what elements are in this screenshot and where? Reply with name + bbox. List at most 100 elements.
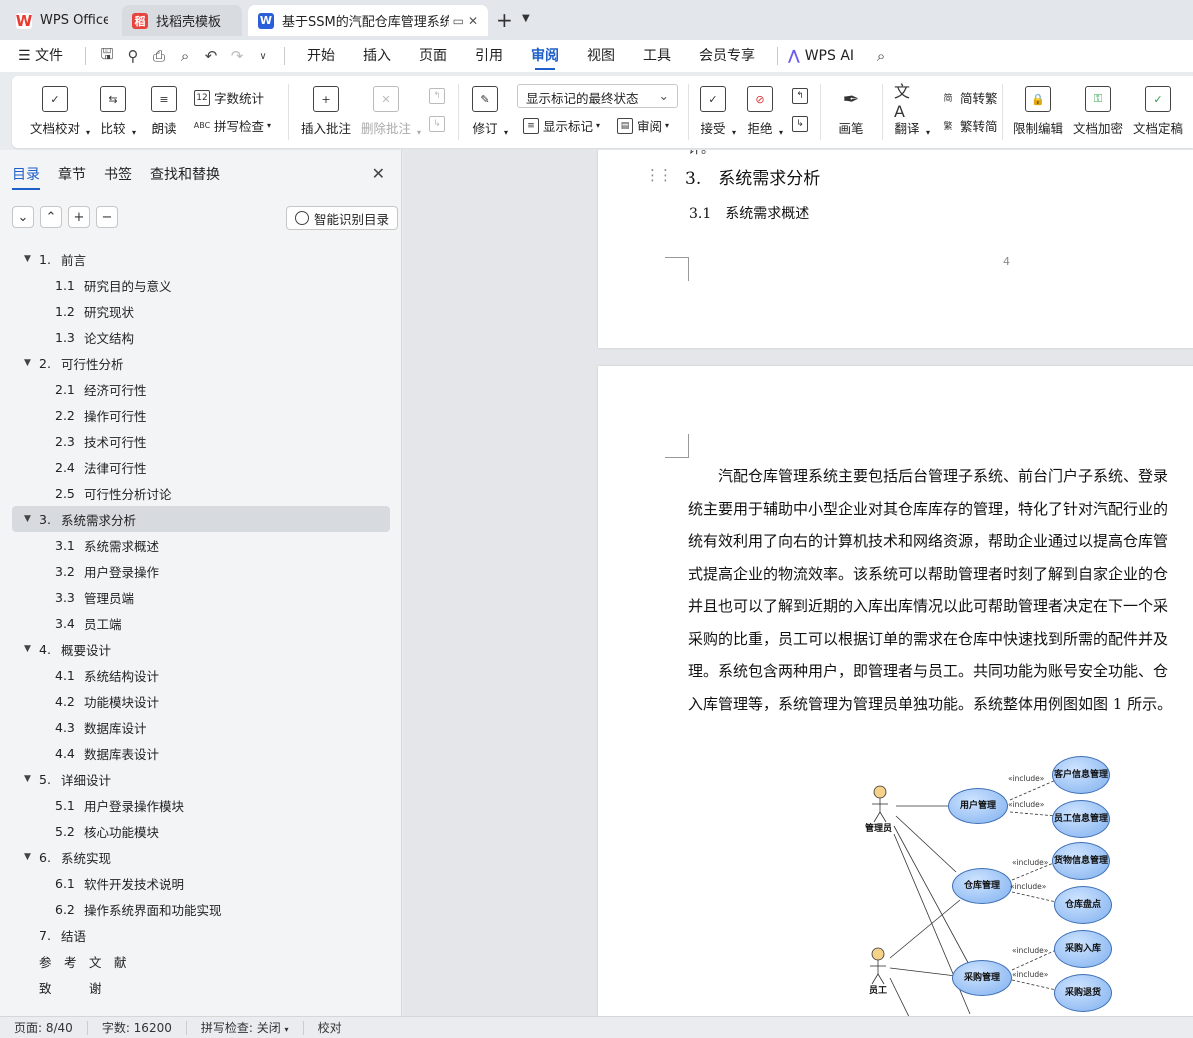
toc-item[interactable]: ▼ 3. 系统需求分析 xyxy=(12,506,390,532)
redo-icon[interactable]: ↷ xyxy=(224,40,250,72)
page-indicator[interactable]: 页面: 8/40 xyxy=(0,1020,88,1035)
expand-arrow-icon[interactable]: ▼ xyxy=(24,852,31,862)
toc-item[interactable]: 2.5 可行性分析讨论 xyxy=(12,480,390,506)
delete-comment-button[interactable]: ✕ 删除批注 ▾ xyxy=(361,86,421,137)
spell-check-button[interactable]: ABC 拼写检查 ▾ xyxy=(194,116,271,135)
review-pane-button[interactable]: ▤ 审阅 ▾ xyxy=(617,116,669,135)
read-aloud-button[interactable]: ≡ 朗读 xyxy=(151,86,177,137)
tab-screen-icon[interactable]: ▭ xyxy=(449,14,464,28)
nav-tab-toc[interactable]: 目录 xyxy=(12,164,40,190)
compare-button[interactable]: ⇆ 比较 ▾ xyxy=(100,86,136,137)
insert-comment-button[interactable]: + 插入批注 xyxy=(301,86,351,137)
menu-insert[interactable]: 插入 xyxy=(349,40,405,72)
markup-state-select[interactable]: 显示标记的最终状态 ⌄ xyxy=(517,84,678,108)
menu-tools[interactable]: 工具 xyxy=(629,40,685,72)
drag-handle-icon[interactable]: ⋮⋮ xyxy=(645,166,673,184)
expand-arrow-icon[interactable]: ▼ xyxy=(24,774,31,784)
toc-item[interactable]: 5.2 核心功能模块 xyxy=(12,818,390,844)
new-tab-plus-icon[interactable]: + xyxy=(496,8,513,32)
more-chevron-icon[interactable]: ∨ xyxy=(250,40,276,72)
menu-start[interactable]: 开始 xyxy=(293,40,349,72)
menu-view[interactable]: 视图 xyxy=(573,40,629,72)
toc-item[interactable]: 6.2 操作系统界面和功能实现 xyxy=(12,896,390,922)
to-simplified-button[interactable]: 繁繁转简 xyxy=(940,116,997,135)
track-changes-button[interactable]: ✎ 修订 ▾ xyxy=(472,86,508,137)
print-preview-icon[interactable]: ⌕ xyxy=(172,40,198,72)
smart-toc-button[interactable]: 智能识别目录 xyxy=(286,206,399,230)
menu-review[interactable]: 审阅 xyxy=(517,40,573,72)
toc-item[interactable]: 2.2 操作可行性 xyxy=(12,402,390,428)
show-markup-button[interactable]: ≡ 显示标记 ▾ xyxy=(523,116,600,135)
print-icon[interactable]: ⎙ xyxy=(146,40,172,72)
chevron-down-icon[interactable]: ▼ xyxy=(522,13,530,24)
prev-change-button[interactable]: ↰ xyxy=(792,88,812,104)
word-count-button[interactable]: 12 字数统计 xyxy=(194,88,264,107)
toc-item[interactable]: 1.2 研究现状 xyxy=(12,298,390,324)
collapse-down-button[interactable]: ⌄ xyxy=(12,206,34,228)
restrict-edit-button[interactable]: 🔒 限制编辑 xyxy=(1013,86,1063,137)
toc-item[interactable]: 致 谢 xyxy=(12,974,390,1000)
toc-item[interactable]: 4.1 系统结构设计 xyxy=(12,662,390,688)
menu-page[interactable]: 页面 xyxy=(405,40,461,72)
toc-item[interactable]: 5.1 用户登录操作模块 xyxy=(12,792,390,818)
accept-button[interactable]: ✓ 接受 ▾ xyxy=(700,86,736,137)
finalize-button[interactable]: ✓ 文档定稿 xyxy=(1133,86,1183,137)
toc-item[interactable]: 参 考 文 献 xyxy=(12,948,390,974)
expand-arrow-icon[interactable]: ▼ xyxy=(24,644,31,654)
expand-arrow-icon[interactable]: ▼ xyxy=(24,254,31,264)
search-icon[interactable]: ⌕ xyxy=(868,40,894,72)
translate-button[interactable]: 文A 翻译 ▾ xyxy=(894,82,930,138)
nav-tab-bookmarks[interactable]: 书签 xyxy=(104,164,132,190)
toc-item[interactable]: 1.3 论文结构 xyxy=(12,324,390,350)
toc-item[interactable]: ▼ 4. 概要设计 xyxy=(12,636,390,662)
toc-item[interactable]: 4.3 数据库设计 xyxy=(12,714,390,740)
toc-item[interactable]: 6.1 软件开发技术说明 xyxy=(12,870,390,896)
menu-member[interactable]: 会员专享 xyxy=(685,40,769,72)
to-traditional-button[interactable]: 简简转繁 xyxy=(940,88,997,107)
file-menu[interactable]: ☰ 文件 xyxy=(0,40,77,72)
toc-item[interactable]: 7. 结语 xyxy=(12,922,390,948)
toc-item[interactable]: 2.3 技术可行性 xyxy=(12,428,390,454)
toc-item[interactable]: ▼ 2. 可行性分析 xyxy=(12,350,390,376)
toc-item[interactable]: 4.4 数据库表设计 xyxy=(12,740,390,766)
tab-close-icon[interactable]: ✕ xyxy=(464,14,478,28)
collapse-up-button[interactable]: ⌃ xyxy=(40,206,62,228)
next-comment-button[interactable]: ↳ xyxy=(429,116,449,132)
toc-item[interactable]: 3.2 用户登录操作 xyxy=(12,558,390,584)
nav-tab-chapters[interactable]: 章节 xyxy=(58,164,86,190)
word-count-indicator[interactable]: 字数: 16200 xyxy=(88,1020,187,1035)
document-canvas[interactable]: 计。 ⋮⋮ 3. 系统需求分析 3.1 系统需求概述 4 汽配仓库管理系统主要包… xyxy=(403,150,1193,1016)
toc-item[interactable]: 2.1 经济可行性 xyxy=(12,376,390,402)
doc-check-button[interactable]: ✓ 文档校对 ▾ xyxy=(30,86,90,137)
proofread-status[interactable]: 校对 xyxy=(304,1021,356,1035)
toc-item[interactable]: 3.4 员工端 xyxy=(12,610,390,636)
reject-button[interactable]: ⊘ 拒绝 ▾ xyxy=(747,86,783,137)
menu-reference[interactable]: 引用 xyxy=(461,40,517,72)
close-icon[interactable]: ✕ xyxy=(372,164,385,183)
tab-docer[interactable]: 稻 找稻壳模板 xyxy=(122,5,242,36)
prev-comment-button[interactable]: ↰ xyxy=(429,88,449,104)
remove-heading-button[interactable]: − xyxy=(96,206,118,228)
next-change-button[interactable]: ↳ xyxy=(792,116,812,132)
link-icon[interactable]: ⚲ xyxy=(120,40,146,72)
toc-item[interactable]: ▼ 6. 系统实现 xyxy=(12,844,390,870)
toc-item[interactable]: 1.1 研究目的与意义 xyxy=(12,272,390,298)
toc-item[interactable]: 2.4 法律可行性 xyxy=(12,454,390,480)
toc-item[interactable]: 4.2 功能模块设计 xyxy=(12,688,390,714)
toc-item[interactable]: 3.1 系统需求概述 xyxy=(12,532,390,558)
undo-icon[interactable]: ↶ xyxy=(198,40,224,72)
add-heading-button[interactable]: + xyxy=(68,206,90,228)
expand-arrow-icon[interactable]: ▼ xyxy=(24,514,31,524)
tab-document[interactable]: W 基于SSM的汽配仓库管理系统 ▭ ✕ xyxy=(248,5,488,36)
toc-item[interactable]: 3.3 管理员端 xyxy=(12,584,390,610)
save-icon[interactable]: 🖫 xyxy=(94,40,120,72)
toc-item[interactable]: ▼ 5. 详细设计 xyxy=(12,766,390,792)
expand-arrow-icon[interactable]: ▼ xyxy=(24,358,31,368)
wps-ai-button[interactable]: ⋀ WPS AI xyxy=(786,40,868,72)
toc-item[interactable]: ▼ 1. 前言 xyxy=(12,246,390,272)
tab-wps-office[interactable]: W WPS Office xyxy=(6,5,118,36)
encrypt-button[interactable]: ⚿ 文档加密 xyxy=(1073,86,1123,137)
nav-tab-find-replace[interactable]: 查找和替换 xyxy=(150,164,220,190)
spell-check-status[interactable]: 拼写检查: 关闭 ▾ xyxy=(187,1020,304,1035)
pen-button[interactable]: ✒ 画笔 xyxy=(838,86,864,137)
